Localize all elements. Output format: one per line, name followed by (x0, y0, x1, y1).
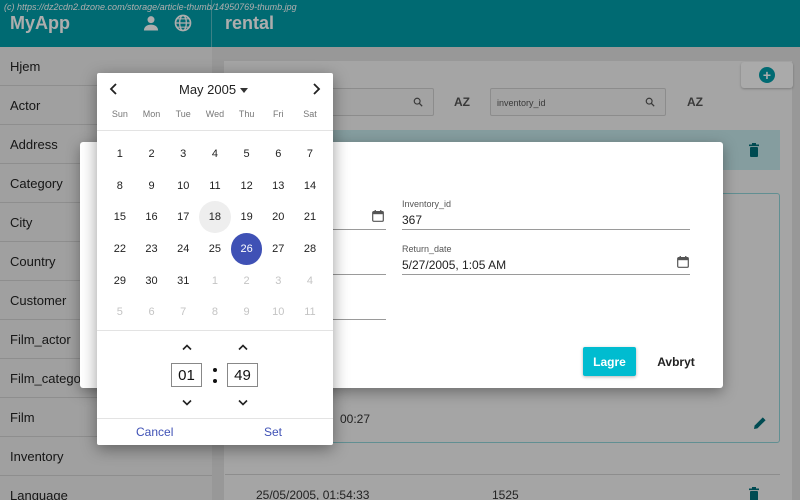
return-date-label: Return_date (402, 244, 452, 254)
inventory-id-label: Inventory_id (402, 199, 452, 209)
week-row: 22 23 24 25 26 27 28 (104, 233, 326, 265)
day-cell-selected[interactable]: 26 (230, 233, 263, 265)
week-row: 8 9 10 11 12 13 14 (104, 170, 326, 202)
day-cell-outside-month: 1 (211, 274, 218, 287)
time-separator (211, 362, 219, 388)
chevron-left-icon[interactable] (106, 81, 122, 97)
field-underline (402, 274, 690, 275)
inventory-id-field[interactable]: 367 (402, 213, 422, 227)
weekday-label: Mon (142, 109, 161, 119)
week-row: 29 30 31 1 2 3 4 (104, 265, 326, 297)
cancel-button[interactable]: Avbryt (652, 347, 700, 376)
day-cell[interactable]: 8 (104, 170, 136, 202)
day-cell-outside-month: 4 (306, 274, 314, 287)
month-label[interactable]: May 2005 (179, 82, 236, 97)
time-divider (97, 330, 333, 331)
picker-cancel-button[interactable]: Cancel (136, 425, 173, 439)
chevron-right-icon[interactable] (308, 81, 324, 97)
weekday-label: Sun (111, 109, 128, 119)
day-cell[interactable]: 30 (136, 265, 168, 297)
calendar-icon[interactable] (372, 210, 384, 222)
return-date-field[interactable]: 5/27/2005, 1:05 AM (402, 258, 506, 272)
day-cell-outside-month: 10 (272, 306, 285, 319)
weekday-label: Wed (205, 109, 225, 119)
week-row: 15 16 17 18 19 20 21 (104, 201, 326, 234)
field-underline (333, 274, 386, 275)
hour-input[interactable]: 01 (171, 363, 202, 387)
weekday-label: Tue (175, 109, 191, 119)
day-cell[interactable]: 25 (199, 233, 231, 265)
chevron-up-icon[interactable] (181, 343, 193, 351)
day-cell[interactable]: 9 (136, 170, 168, 202)
minute-input[interactable]: 49 (227, 363, 258, 387)
day-cell-outside-month: 3 (275, 274, 282, 287)
day-cell[interactable]: 19 (231, 201, 263, 233)
day-cell[interactable]: 23 (136, 233, 168, 265)
day-cell[interactable]: 6 (262, 138, 294, 170)
day-cell[interactable]: 7 (294, 138, 326, 170)
day-cell[interactable]: 2 (136, 138, 168, 170)
week-row: 5 6 7 8 9 10 11 (104, 296, 326, 328)
field-underline (333, 319, 386, 320)
day-cell[interactable]: 17 (167, 201, 199, 233)
day-cell[interactable]: 4 (199, 138, 231, 170)
day-cell[interactable]: 5 (231, 138, 263, 170)
day-cell[interactable]: 16 (136, 201, 168, 233)
weekday-header: Sun Mon Tue Wed Thu Fri Sat (104, 109, 326, 119)
day-cell[interactable]: 12 (231, 170, 263, 202)
day-cell[interactable]: 15 (104, 201, 136, 233)
caret-down-icon[interactable] (240, 88, 248, 93)
day-cell[interactable]: 20 (262, 201, 294, 233)
field-underline (333, 229, 386, 230)
calendar-icon[interactable] (677, 256, 689, 268)
picker-header: May 2005 (97, 73, 333, 105)
day-cell[interactable]: 11 (199, 170, 231, 202)
day-cell[interactable]: 1 (104, 138, 136, 170)
day-cell-outside-month: 8 (211, 306, 218, 319)
day-cell-outside-month: 11 (304, 306, 316, 319)
weekday-label: Thu (238, 109, 255, 119)
day-cell-outside-month: 2 (243, 274, 250, 287)
save-button[interactable]: Lagre (583, 347, 636, 376)
day-cell[interactable]: 13 (262, 170, 294, 202)
day-cell[interactable]: 31 (167, 265, 199, 297)
date-time-picker: May 2005 Sun Mon Tue Wed Thu Fri Sat 1 2… (97, 73, 333, 445)
day-cell-outside-month: 7 (180, 306, 187, 319)
chevron-down-icon[interactable] (237, 399, 249, 407)
day-cell-outside-month: 6 (148, 306, 155, 319)
day-grid: 1 2 3 4 5 6 7 8 9 10 11 12 13 14 15 16 1… (104, 138, 326, 328)
chevron-up-icon[interactable] (237, 343, 249, 351)
day-cell[interactable]: 10 (167, 170, 199, 202)
day-cell-outside-month: 9 (243, 306, 250, 319)
day-cell-outside-month: 5 (116, 306, 123, 319)
day-cell[interactable]: 21 (294, 201, 326, 233)
picker-footer-divider (97, 418, 333, 419)
day-cell[interactable]: 22 (104, 233, 136, 265)
weekday-divider (97, 130, 333, 131)
day-cell[interactable]: 27 (262, 233, 294, 265)
day-cell[interactable]: 3 (167, 138, 199, 170)
field-underline (402, 229, 690, 230)
chevron-down-icon[interactable] (181, 399, 193, 407)
day-cell[interactable]: 14 (294, 170, 326, 202)
picker-set-button[interactable]: Set (264, 425, 282, 439)
weekday-label: Fri (273, 109, 284, 119)
day-cell[interactable]: 24 (167, 233, 199, 265)
day-cell[interactable]: 29 (104, 265, 136, 297)
week-row: 1 2 3 4 5 6 7 (104, 138, 326, 170)
day-cell[interactable]: 28 (294, 233, 326, 265)
weekday-label: Sat (303, 109, 317, 119)
day-cell-today[interactable]: 18 (199, 201, 231, 234)
